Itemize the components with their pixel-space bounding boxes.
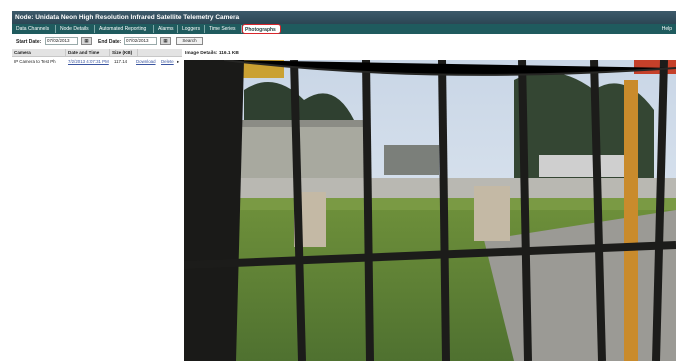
column-date-time: Date and Time (66, 49, 110, 57)
start-date-input[interactable]: 07/02/2013 (45, 37, 78, 45)
tab-bar: Data Channels Node Details Automated Rep… (12, 24, 676, 34)
image-details-label: Image Details: 116.1 KB (185, 51, 239, 56)
tab-photographs[interactable]: Photographs (242, 24, 281, 34)
end-calendar-button[interactable]: ▦ (160, 37, 171, 45)
image-panel: Image Details: 116.1 KB (182, 49, 676, 361)
end-date-label: End Date: (98, 39, 122, 45)
row-datetime-link[interactable]: 7/2/2013 4:07:31 PM (66, 58, 112, 66)
tab-loggers[interactable]: Loggers (180, 25, 205, 33)
camera-photo-graphic (184, 60, 676, 361)
photo-list-header: Camera Date and Time Size (KB) (12, 49, 182, 57)
help-link[interactable]: Help (662, 25, 672, 33)
camera-photo (184, 60, 676, 361)
tab-automated-reporting[interactable]: Automated Reporting (97, 25, 154, 33)
tab-time-series[interactable]: Time Series (207, 25, 242, 33)
date-filter-toolbar: Start Date: 07/02/2013 ▦ End Date: 07/02… (12, 37, 676, 49)
photo-list-row[interactable]: IP Camera to Test Ph 7/2/2013 4:07:31 PM… (12, 58, 182, 66)
row-download-link[interactable]: Download (134, 58, 158, 66)
start-calendar-button[interactable]: ▦ (81, 37, 92, 45)
end-date-input[interactable]: 07/02/2013 (124, 37, 157, 45)
tab-alarms[interactable]: Alarms (156, 25, 178, 33)
row-camera: IP Camera to Test Ph (14, 59, 56, 64)
tab-data-channels[interactable]: Data Channels (14, 25, 56, 33)
row-delete-link[interactable]: Delete (159, 58, 175, 66)
column-size: Size (KB) (110, 49, 138, 57)
photo-list-panel: Camera Date and Time Size (KB) IP Camera… (12, 49, 182, 361)
start-date-label: Start Date: (16, 39, 42, 45)
window-title: Node: Unidata Neon High Resolution Infra… (12, 11, 676, 24)
row-size: 117.14 (114, 59, 128, 64)
tab-node-details[interactable]: Node Details (58, 25, 95, 33)
column-camera: Camera (12, 49, 66, 57)
search-button[interactable]: Search (176, 37, 203, 45)
row-expand-icon[interactable]: ▸ (175, 58, 182, 66)
